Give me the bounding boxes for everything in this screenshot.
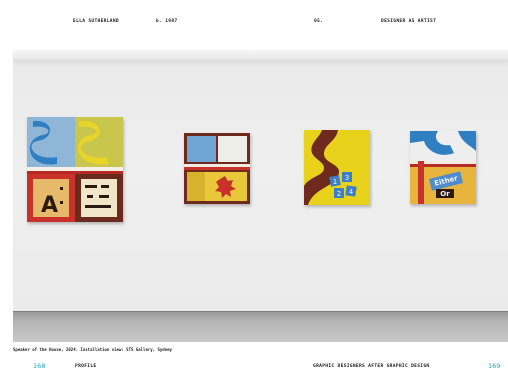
artist-name: ELLA SUTHERLAND: [73, 19, 119, 24]
painting-numbered-tiles: 1 3 2 4: [304, 130, 370, 205]
painting-either-or: Either Or: [410, 131, 476, 204]
artist-birth-year: b. 1987: [156, 19, 178, 24]
section-number: 05.: [314, 19, 324, 24]
painting-speaker-a: A: [27, 117, 123, 222]
tile-label: 3: [345, 174, 349, 182]
gallery-floor: [13, 312, 508, 342]
image-caption: Speaker of the House, 2024. Installation…: [13, 347, 172, 352]
top-bar: [0, 0, 508, 50]
left-page-number: 168: [33, 362, 46, 370]
right-page-number: 169: [488, 362, 501, 370]
installation-photo: A 1 3 2 4 Either Or: [13, 50, 508, 342]
tile-label: 2: [337, 190, 341, 198]
left-running-footer: PROFILE: [75, 364, 97, 369]
ceiling-beam: [13, 50, 508, 60]
painting-letter: A: [41, 193, 58, 218]
section-title: DESIGNER AS ARTIST: [381, 19, 437, 24]
right-running-footer: GRAPHIC DESIGNERS AFTER GRAPHIC DESIGN: [313, 364, 430, 369]
painting-window: [184, 133, 250, 204]
painting-word: Or: [440, 190, 450, 198]
tile-label: 4: [349, 188, 354, 196]
tile-label: 1: [333, 178, 337, 186]
